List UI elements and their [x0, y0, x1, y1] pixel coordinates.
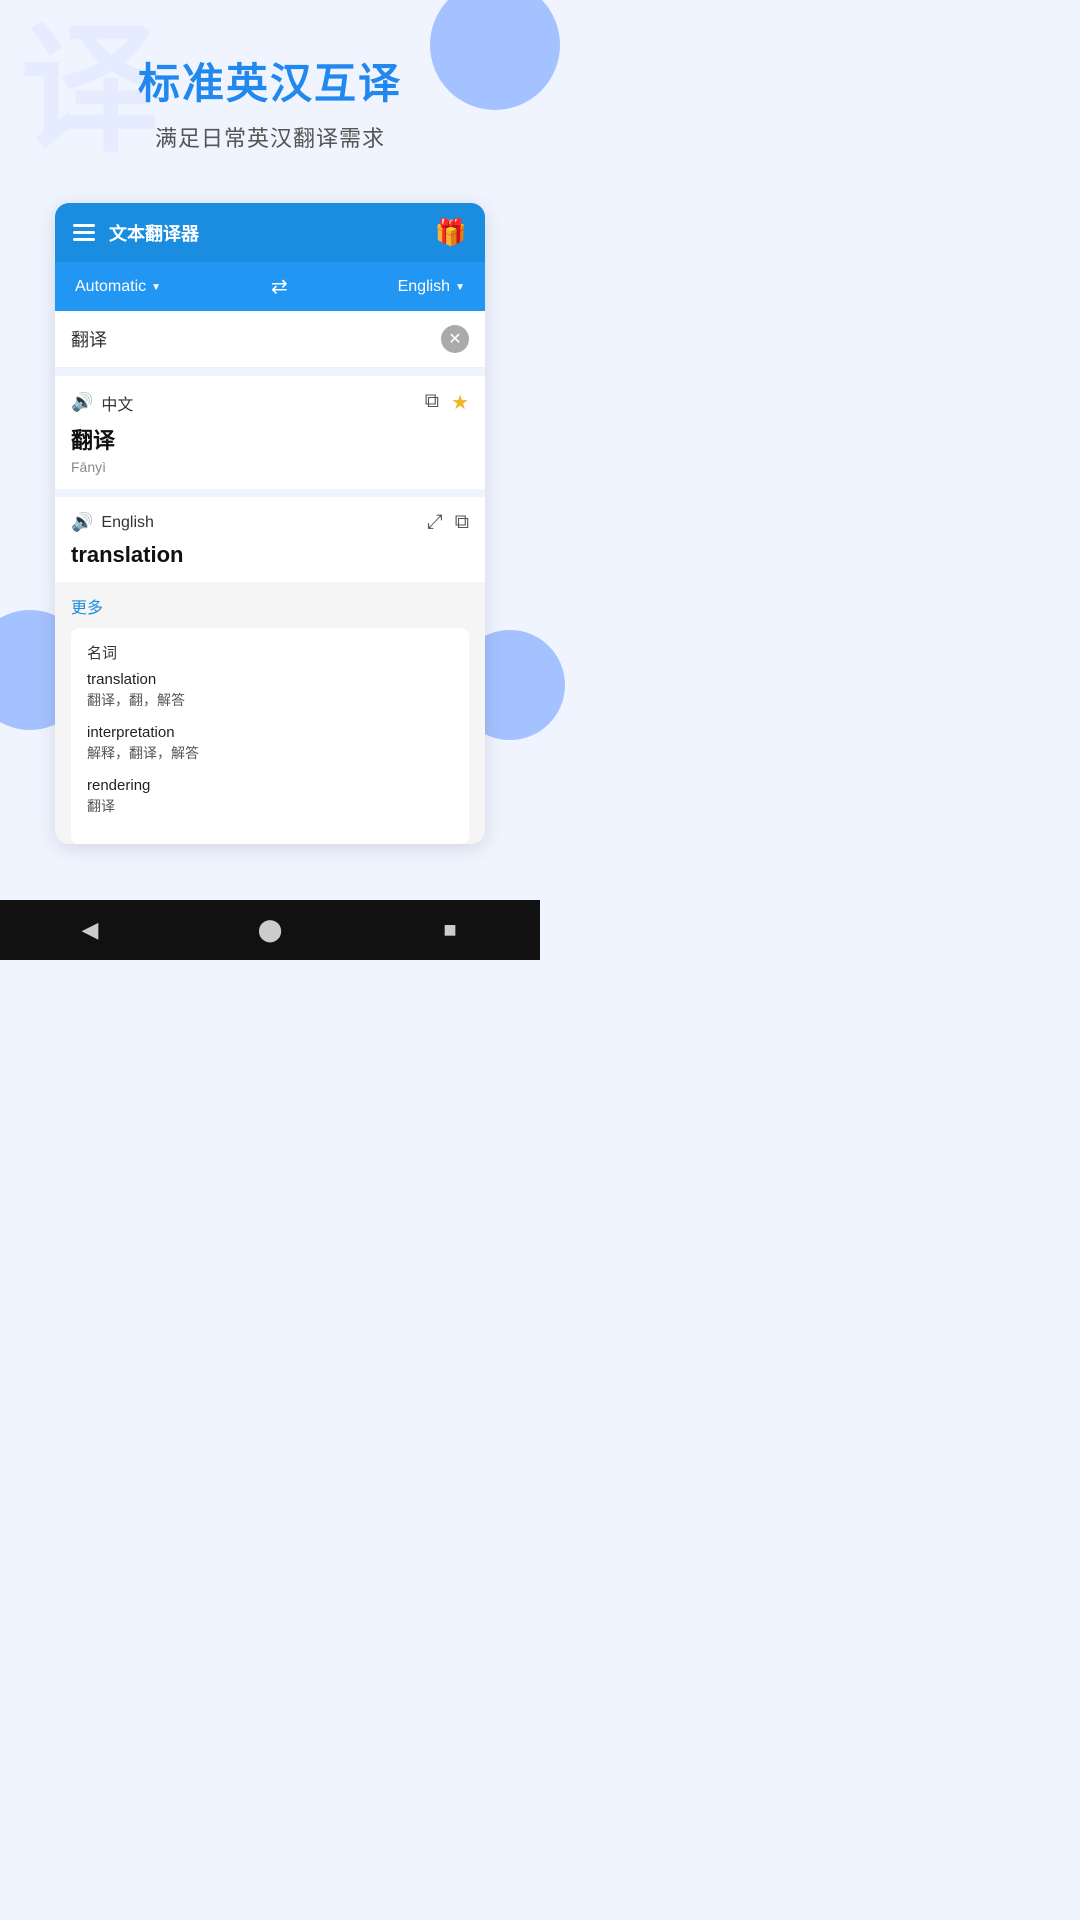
- dict-word-0: translation: [87, 671, 453, 688]
- hero-section: 标准英汉互译 满足日常英汉翻译需求: [0, 0, 540, 183]
- clear-icon: ✕: [448, 329, 461, 349]
- english-result-card: 🔊 English ⤢ ⧉ translation: [55, 497, 485, 582]
- copy-chinese-button[interactable]: ⧉: [425, 390, 439, 415]
- home-button[interactable]: ⬤: [245, 905, 295, 955]
- source-lang-label: Automatic: [75, 278, 146, 296]
- toolbar-left: 文本翻译器: [73, 220, 199, 246]
- menu-button[interactable]: [73, 224, 95, 241]
- dict-meaning-2: 翻译: [87, 796, 453, 816]
- toolbar-title: 文本翻译器: [109, 220, 199, 246]
- noun-label: 名词: [87, 642, 453, 663]
- hero-title: 标准英汉互译: [20, 50, 520, 111]
- target-lang-button[interactable]: English ▼: [398, 278, 465, 296]
- input-area: 翻译 ✕: [55, 311, 485, 368]
- swap-languages-button[interactable]: ⇄: [271, 274, 288, 299]
- english-actions: ⤢ ⧉: [427, 511, 469, 534]
- dict-entry-0: translation 翻译，翻，解答: [87, 671, 453, 710]
- gift-icon[interactable]: 🎁: [435, 217, 467, 248]
- source-lang-chevron: ▼: [151, 282, 161, 293]
- chinese-result-header: 🔊 中文 ⧉ ★: [71, 390, 469, 415]
- chinese-result-card: 🔊 中文 ⧉ ★ 翻译 Fānyì: [55, 376, 485, 489]
- dict-entry-2: rendering 翻译: [87, 777, 453, 816]
- language-bar: Automatic ▼ ⇄ English ▼: [55, 262, 485, 311]
- chinese-pinyin: Fānyì: [71, 459, 469, 475]
- target-lang-label: English: [398, 278, 450, 296]
- dict-meaning-0: 翻译，翻，解答: [87, 690, 453, 710]
- english-lang-row: 🔊 English: [71, 512, 154, 533]
- app-card: 文本翻译器 🎁 Automatic ▼ ⇄ English ▼ 翻译 ✕ 🔊 中…: [55, 203, 485, 844]
- open-english-button[interactable]: ⤢: [427, 511, 443, 534]
- chinese-lang-name: 中文: [101, 391, 133, 415]
- target-lang-chevron: ▼: [455, 282, 465, 293]
- dict-word-1: interpretation: [87, 724, 453, 741]
- clear-button[interactable]: ✕: [441, 325, 469, 353]
- dict-word-2: rendering: [87, 777, 453, 794]
- hero-subtitle: 满足日常英汉翻译需求: [20, 121, 520, 153]
- recent-button[interactable]: ■: [425, 905, 475, 955]
- english-speaker-icon[interactable]: 🔊: [71, 512, 93, 533]
- english-result-header: 🔊 English ⤢ ⧉: [71, 511, 469, 534]
- more-card: 名词 translation 翻译，翻，解答 interpretation 解释…: [71, 628, 469, 844]
- chinese-actions: ⧉ ★: [425, 390, 469, 415]
- app-toolbar: 文本翻译器 🎁: [55, 203, 485, 262]
- chinese-speaker-icon[interactable]: 🔊: [71, 392, 93, 413]
- input-text[interactable]: 翻译: [71, 326, 441, 352]
- chinese-lang-row: 🔊 中文: [71, 391, 133, 415]
- bottom-navigation: ◀ ⬤ ■: [0, 900, 540, 960]
- dict-entry-1: interpretation 解释，翻译，解答: [87, 724, 453, 763]
- dict-meaning-1: 解释，翻译，解答: [87, 743, 453, 763]
- favorite-button[interactable]: ★: [451, 390, 469, 415]
- english-word: translation: [71, 542, 469, 568]
- english-lang-name: English: [101, 514, 153, 532]
- chinese-word: 翻译: [71, 423, 469, 455]
- source-lang-button[interactable]: Automatic ▼: [75, 278, 161, 296]
- more-label: 更多: [71, 594, 469, 618]
- more-section: 更多 名词 translation 翻译，翻，解答 interpretation…: [55, 582, 485, 844]
- back-button[interactable]: ◀: [65, 905, 115, 955]
- copy-english-button[interactable]: ⧉: [455, 511, 469, 534]
